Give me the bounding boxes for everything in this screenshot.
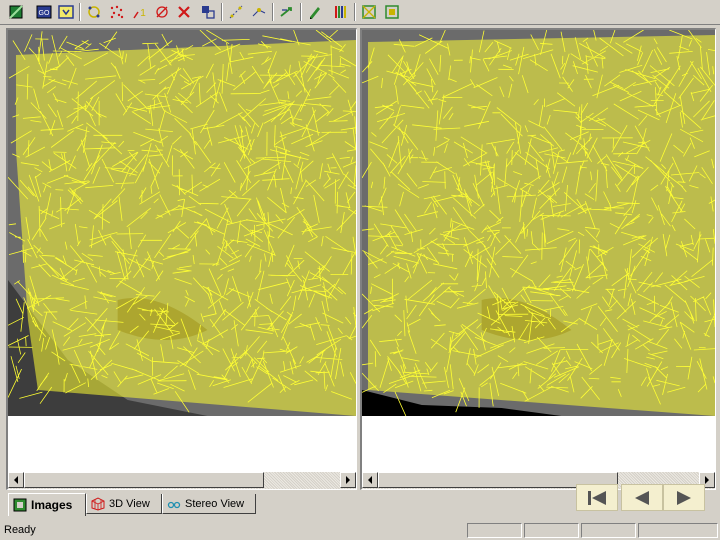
- previous-frame-button[interactable]: [621, 484, 663, 511]
- status-pane-3: [581, 523, 636, 538]
- arrow-right-icon: [346, 476, 350, 484]
- align-squares-icon[interactable]: [199, 3, 217, 21]
- frame-cross-icon[interactable]: [360, 3, 378, 21]
- status-text: Ready: [4, 524, 36, 536]
- next-icon: [677, 490, 691, 505]
- target-icon[interactable]: [153, 3, 171, 21]
- status-pane-1: [467, 523, 522, 538]
- arrow-right-icon: [705, 476, 709, 484]
- green-square-icon[interactable]: [7, 3, 25, 21]
- image-tab-icon: [13, 498, 27, 512]
- green-arrows-icon[interactable]: [278, 3, 296, 21]
- frame-cross-2-icon[interactable]: [383, 3, 401, 21]
- left-image-pane[interactable]: [6, 28, 357, 490]
- arrow-down-icon[interactable]: [57, 3, 75, 21]
- first-frame-button[interactable]: [576, 484, 618, 511]
- tab-images-label: Images: [31, 498, 73, 512]
- scroll-right-button[interactable]: [340, 472, 356, 488]
- connect-points-icon[interactable]: [250, 3, 268, 21]
- dotted-line-icon[interactable]: [227, 3, 245, 21]
- red-x-icon[interactable]: [175, 3, 193, 21]
- status-pane-2: [524, 523, 579, 538]
- tab-images[interactable]: Images: [8, 493, 86, 516]
- tab-stereo-view-label: Stereo View: [185, 497, 245, 510]
- right-image-pane[interactable]: [360, 28, 716, 490]
- triangle-one-icon[interactable]: 1: [131, 3, 149, 21]
- right-mesh-image: [362, 30, 715, 416]
- color-bars-icon[interactable]: [332, 3, 350, 21]
- go-icon[interactable]: GO: [35, 3, 53, 21]
- arrow-left-icon: [14, 476, 18, 484]
- scroll-left-button[interactable]: [8, 472, 24, 488]
- scatter-points-icon[interactable]: [108, 3, 126, 21]
- svg-text:GO: GO: [39, 10, 50, 17]
- scroll-left-button[interactable]: [362, 472, 378, 488]
- left-scroll-thumb[interactable]: [24, 472, 264, 488]
- toolbar: GO 1: [0, 0, 720, 25]
- status-bar: Ready: [0, 521, 720, 540]
- previous-icon: [635, 490, 649, 505]
- tab-3d-view-label: 3D View: [109, 497, 150, 510]
- 3d-grid-icon: [91, 496, 105, 511]
- circle-points-icon[interactable]: [85, 3, 103, 21]
- arrow-left-icon: [368, 476, 372, 484]
- skip-to-start-icon: [588, 490, 606, 505]
- tab-stereo-view[interactable]: Stereo View: [162, 494, 256, 514]
- left-mesh-image: [8, 30, 356, 416]
- tab-3d-view[interactable]: 3D View: [86, 494, 162, 514]
- next-frame-button[interactable]: [663, 484, 705, 511]
- left-horizontal-scrollbar[interactable]: [8, 472, 356, 489]
- stereo-glasses-icon: [167, 501, 181, 508]
- status-pane-4: [638, 523, 718, 538]
- pen-icon[interactable]: [306, 3, 324, 21]
- svg-text:1: 1: [140, 8, 146, 19]
